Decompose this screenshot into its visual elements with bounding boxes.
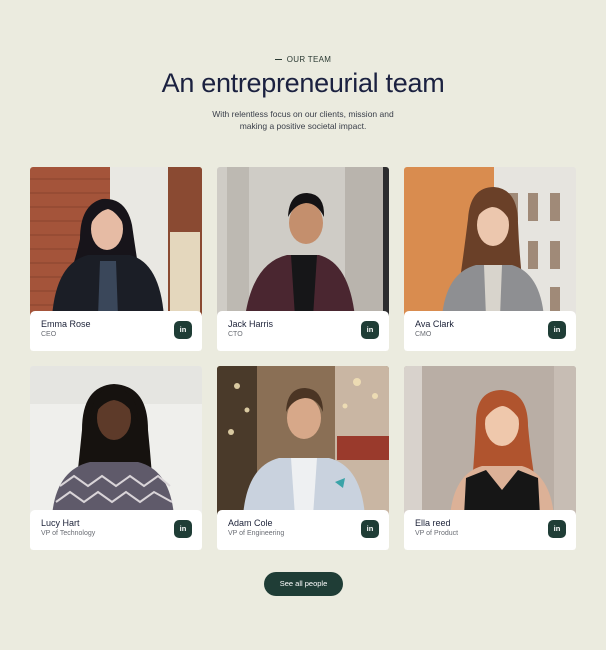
team-card: Lucy Hart VP of Technology in — [30, 366, 202, 550]
section-title: An entrepreneurial team — [161, 68, 445, 98]
member-photo — [404, 167, 576, 317]
eyebrow: OUR TEAM — [0, 55, 606, 64]
linkedin-icon[interactable]: in — [548, 321, 566, 339]
member-info: Lucy Hart VP of Technology in — [30, 510, 202, 550]
subtitle-line-2: making a positive societal impact. — [239, 121, 367, 131]
member-name: Ella reed — [415, 518, 451, 528]
linkedin-icon[interactable]: in — [174, 520, 192, 538]
member-role: VP of Engineering — [228, 530, 285, 537]
team-card: Ella reed VP of Product in — [404, 366, 576, 550]
member-role: CEO — [41, 331, 57, 338]
subtitle-line-1: With relentless focus on our clients, mi… — [212, 109, 394, 119]
member-name: Emma Rose — [41, 319, 91, 329]
member-role: VP of Technology — [41, 530, 96, 537]
member-name: Jack Harris — [228, 319, 274, 329]
member-info: Ava Clark CMO in — [404, 311, 576, 351]
member-info: Adam Cole VP of Engineering in — [217, 510, 389, 550]
member-role: CMO — [415, 331, 432, 338]
linkedin-icon[interactable]: in — [174, 321, 192, 339]
linkedin-icon[interactable]: in — [548, 520, 566, 538]
team-card: Emma Rose CEO in — [30, 167, 202, 351]
team-card: Adam Cole VP of Engineering in — [217, 366, 389, 550]
team-grid: Emma Rose CEO in Jack Harris CTO in Ava … — [30, 167, 577, 550]
member-name: Ava Clark — [415, 319, 454, 329]
member-info: Jack Harris CTO in — [217, 311, 389, 351]
member-name: Adam Cole — [228, 518, 273, 528]
linkedin-icon[interactable]: in — [361, 520, 379, 538]
member-role: VP of Product — [415, 530, 459, 537]
eyebrow-label: OUR TEAM — [286, 55, 332, 64]
team-card: Ava Clark CMO in — [404, 167, 576, 351]
member-photo — [217, 366, 389, 516]
member-photo — [217, 167, 389, 317]
member-photo — [30, 366, 202, 516]
member-role: CTO — [228, 331, 243, 338]
member-photo — [404, 366, 576, 516]
member-info: Ella reed VP of Product in — [404, 510, 576, 550]
see-all-people-button[interactable]: See all people — [264, 572, 343, 596]
team-card: Jack Harris CTO in — [217, 167, 389, 351]
member-photo — [30, 167, 202, 317]
member-info: Emma Rose CEO in — [30, 311, 202, 351]
member-name: Lucy Hart — [41, 518, 80, 528]
eyebrow-dash — [274, 59, 282, 60]
section-subtitle: With relentless focus on our clients, mi… — [0, 108, 606, 132]
linkedin-icon[interactable]: in — [361, 321, 379, 339]
team-section: OUR TEAM An entrepreneurial team With re… — [0, 0, 606, 650]
